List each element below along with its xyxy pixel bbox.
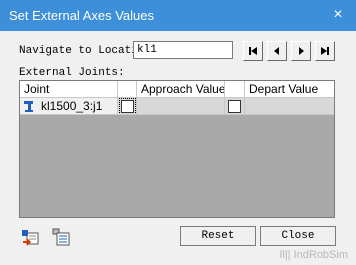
last-location-button[interactable] [315,41,335,61]
reset-button[interactable]: Reset [180,226,256,246]
robot-joint-icon [24,101,33,112]
approach-value-cell[interactable] [137,98,225,115]
approach-checkbox[interactable] [119,98,136,114]
first-icon [249,47,257,55]
approach-checkbox-cell[interactable] [118,98,137,115]
last-icon [321,47,329,55]
window-title: Set External Axes Values [9,8,155,23]
table-row-joint-cell[interactable]: kl1500_3:j1 [20,98,118,115]
set-external-axes-dialog: Set External Axes Values × Navigate to L… [0,0,356,265]
watermark: Il|| IndRobSim [279,249,348,261]
column-header-depart-check[interactable] [225,81,245,98]
navigate-label: Navigate to Location [19,45,133,57]
column-header-approach-value[interactable]: Approach Value [137,81,225,98]
external-joints-grid: Joint Approach Value Depart Value kl1500… [19,80,335,218]
next-icon [299,47,304,55]
next-location-button[interactable] [291,41,311,61]
location-input[interactable]: kl1 [133,41,233,59]
teach-button[interactable] [20,227,40,247]
column-header-depart-value[interactable]: Depart Value [245,81,334,98]
teach-icon [22,230,39,246]
list-button[interactable] [51,227,71,247]
depart-value-cell[interactable] [245,98,334,115]
depart-checkbox[interactable] [228,100,241,113]
first-location-button[interactable] [243,41,263,61]
depart-checkbox-cell[interactable] [225,98,245,115]
column-header-approach-check[interactable] [118,81,137,98]
title-bar: Set External Axes Values × [0,0,356,31]
close-button[interactable]: Close [260,226,336,246]
column-header-joint[interactable]: Joint [20,81,118,98]
previous-icon [274,47,279,55]
previous-location-button[interactable] [267,41,287,61]
joint-name: kl1500_3:j1 [41,99,103,113]
external-joints-label: External Joints: [19,67,125,79]
close-icon[interactable]: × [326,4,350,26]
list-icon [52,228,70,246]
